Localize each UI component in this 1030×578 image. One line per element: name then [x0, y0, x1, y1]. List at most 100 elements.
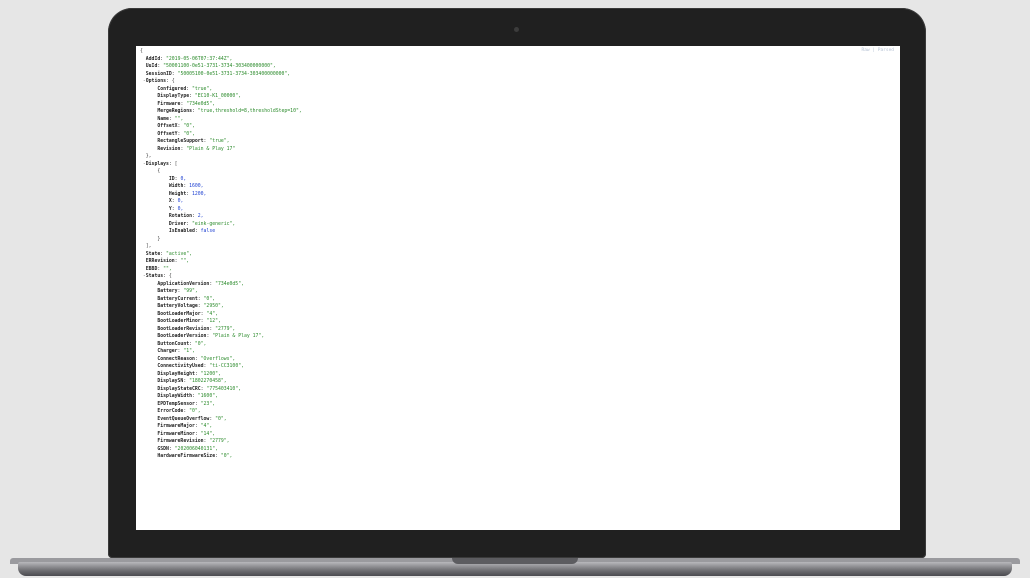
laptop-base: [18, 562, 1012, 576]
raw-parsed-toggle[interactable]: Raw | Parsed: [861, 48, 894, 53]
json-value: "",: [163, 266, 172, 272]
json-value: "true",: [192, 86, 213, 92]
json-line: BatteryCurrent: "0",: [157, 296, 216, 302]
json-value: "4",: [206, 311, 218, 317]
json-line: ConnectivityUsed: "ti-CC3100",: [157, 364, 244, 369]
json-key: ButtonCount: [157, 341, 190, 347]
json-value: "734e0d5",: [215, 281, 244, 287]
json-value: "23",: [200, 401, 216, 407]
json-value: 0,: [177, 199, 184, 204]
json-line: ERRevision: "",: [145, 259, 190, 264]
json-key: Status: [145, 274, 164, 279]
json-key: State: [145, 251, 161, 257]
json-key: Rotation: [168, 214, 192, 219]
json-key: Revision: [157, 146, 181, 152]
json-value: "50001100-0e51-3731-3734-303400000000",: [163, 64, 276, 69]
json-value: "ti-CC3100",: [209, 364, 244, 369]
json-key: BatteryCurrent: [157, 296, 198, 302]
json-bracket: {: [140, 49, 143, 54]
json-line: DisplayHeight: "1200",: [157, 371, 221, 377]
laptop-screen: Raw | Parsed { AddId: "2019-05-06T07:37:…: [136, 46, 900, 530]
json-key: Height: [168, 191, 187, 197]
json-key: DisplayStateCRC: [157, 386, 201, 392]
json-key: DisplayWidth: [157, 394, 192, 399]
json-line: Revision: "Plain & Play 17": [157, 146, 236, 152]
json-line: Configured: "true",: [157, 86, 213, 92]
json-line: EBBD: "",: [145, 266, 172, 272]
json-value: "EC10-K1_00000",: [194, 94, 242, 99]
json-value: "eink-generic",: [192, 221, 236, 227]
json-value: "775403410",: [206, 386, 242, 392]
json-key: EPDTempSensor: [157, 401, 195, 407]
json-value: [: [174, 161, 178, 167]
json-line: ID: 0,: [168, 176, 187, 182]
json-line: Width: 1600,: [168, 184, 204, 189]
json-line: Driver: "eink-generic",: [168, 221, 236, 227]
json-key: FirmwareMajor: [157, 424, 195, 429]
json-line: X: 0,: [168, 199, 184, 204]
json-bracket: }: [157, 236, 161, 242]
json-line: Rotation: 2,: [168, 214, 204, 219]
json-value: "active",: [166, 251, 193, 257]
json-value: "0",: [189, 409, 201, 414]
json-value: false: [200, 229, 216, 234]
json-line: Firmware: "734e0d5",: [157, 101, 216, 107]
json-key: Firmware: [157, 101, 181, 107]
json-line: BootLoaderRevision: "2779",: [157, 326, 236, 332]
json-key: ConnectReason: [157, 356, 195, 362]
json-key: Y: [168, 206, 172, 212]
json-key: Name: [157, 116, 169, 122]
json-bracket: },: [145, 154, 152, 159]
json-line: MergeRegions: "true,threshold=8,threshol…: [157, 109, 302, 114]
json-value: "1200",: [200, 371, 221, 377]
json-line: BatteryVoltage: "2950",: [157, 304, 224, 309]
json-value: "1802270458",: [189, 379, 227, 384]
json-key: RectangleSupport: [157, 139, 204, 144]
json-key: X: [168, 199, 172, 204]
json-line: ErrorCode: "0",: [157, 409, 201, 414]
json-line: UuId: "50001100-0e51-3731-3734-303400000…: [145, 64, 276, 69]
json-key: Configured: [157, 86, 187, 92]
json-value: "4",: [200, 424, 213, 429]
json-key: MergeRegions: [157, 109, 192, 114]
json-line: ConnectReason: "Overflows",: [157, 356, 236, 362]
json-line: },: [140, 153, 302, 161]
json-value: "12",: [206, 319, 221, 324]
json-key: HardwareFirmwareSize: [157, 454, 216, 459]
json-value: "",: [180, 259, 190, 264]
json-line: DisplayStateCRC: "775403410",: [157, 386, 242, 392]
json-line: DisplaySN: "1802270458",: [157, 379, 227, 384]
json-key: FirmwareRevision: [157, 439, 204, 444]
json-key: EBBD: [145, 266, 158, 272]
json-line: -Status: {: [140, 274, 172, 279]
json-line: DisplayType: "EC10-K1_00000",: [157, 94, 242, 99]
json-line: BootLoaderVersion: "Plain & Play 17",: [157, 334, 265, 339]
json-value: "0",: [183, 124, 195, 129]
json-line: IsEnabled: false: [168, 229, 216, 234]
json-line: FirmwareMajor: "4",: [157, 424, 213, 429]
json-value: "0",: [194, 341, 207, 347]
json-line: EPDTempSensor: "23",: [157, 401, 216, 407]
json-key: Charger: [157, 349, 178, 354]
json-line: Name: "",: [157, 116, 184, 122]
json-value: "0",: [215, 416, 227, 422]
json-key: ApplicationVersion: [157, 281, 210, 287]
json-value: 0,: [177, 206, 184, 212]
json-key: SessionID: [145, 71, 172, 77]
json-line: -Options: {: [140, 79, 175, 84]
json-bracket: ],: [145, 244, 152, 249]
webcam-icon: [514, 27, 519, 32]
json-key: OffsetY: [157, 131, 178, 137]
json-value: "Plain & Play 17": [186, 146, 236, 152]
json-value: "99",: [183, 289, 198, 294]
json-line: FirmwareRevision: "2779",: [157, 439, 230, 444]
json-line: Charger: "1",: [157, 349, 195, 354]
json-key: BatteryVoltage: [157, 304, 198, 309]
json-value: {: [171, 79, 175, 84]
json-key: Battery: [157, 289, 178, 294]
json-bracket: {: [157, 169, 161, 174]
json-value: "",: [174, 116, 184, 122]
json-viewer: { AddId: "2019-05-06T07:37:44Z", UuId: "…: [140, 48, 302, 461]
json-line: {: [140, 168, 302, 176]
json-line: AddId: "2019-05-06T07:37:44Z",: [145, 56, 233, 62]
